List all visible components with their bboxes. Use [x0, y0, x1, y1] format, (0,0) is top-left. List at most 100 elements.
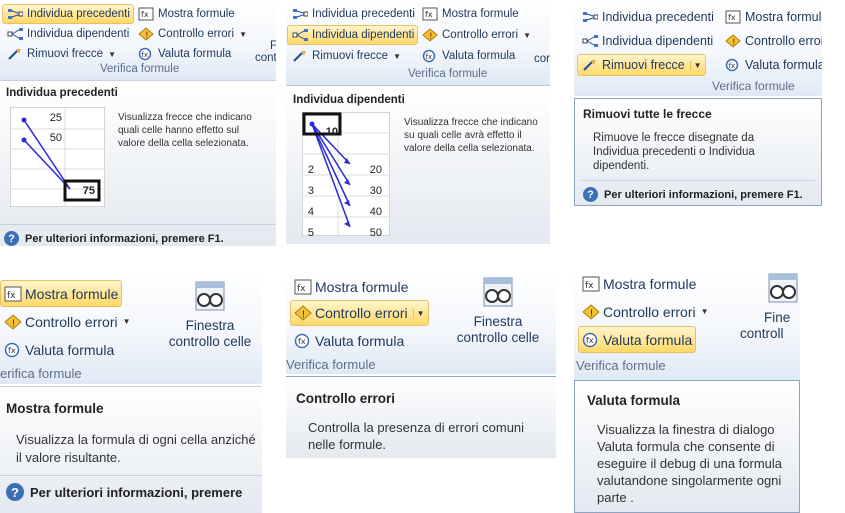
mostra-formule-button[interactable]: fx Mostra formule — [720, 6, 822, 28]
tooltip-description: Rimuove le frecce disegnate da Individua… — [593, 132, 755, 172]
cell-value: 10 — [325, 126, 338, 138]
trace-dependents-icon — [6, 26, 24, 42]
valuta-formula-label: Valuta formula — [603, 331, 693, 348]
individua-precedenti-button[interactable]: Individua precedenti — [2, 4, 134, 24]
individua-dipendenti-button[interactable]: Individua dipendenti — [577, 30, 717, 52]
tooltip-title: Mostra formule — [6, 401, 104, 416]
individua-precedenti-button[interactable]: Individua precedenti — [287, 4, 419, 24]
mostra-formule-button[interactable]: fx Mostra formule — [290, 274, 412, 300]
finestra-label-line1: Finestra — [185, 318, 235, 333]
individua-dipendenti-label: Individua dipendenti — [27, 28, 130, 40]
mostra-formule-button[interactable]: fx Mostra formule — [417, 4, 523, 24]
dropdown-arrow-icon[interactable]: ▼ — [689, 60, 702, 70]
valuta-formula-button[interactable]: fx Valuta formula — [290, 328, 408, 354]
mostra-formule-button[interactable]: fx Mostra formule — [0, 280, 123, 307]
finestra-controllo-celle-button[interactable]: Fine controll — [740, 272, 800, 342]
help-icon: ? — [4, 231, 19, 246]
valuta-formula-button[interactable]: fx Valuta formula — [720, 54, 822, 76]
dropdown-arrow-icon[interactable]: ▼ — [701, 307, 709, 316]
ribbon: fx Mostra formule ! Controllo errori ▼ f… — [0, 272, 262, 384]
controllo-errori-button[interactable]: ! Controllo errori ▼ — [417, 25, 535, 45]
rimuovi-frecce-button[interactable]: Rimuovi frecce ▼ — [2, 44, 120, 64]
mostra-formule-button[interactable]: fx Mostra formule — [578, 270, 700, 297]
valuta-formula-button[interactable]: fx Valuta formula — [133, 44, 235, 64]
group-label: Verifica formule — [576, 358, 666, 373]
panel-individua-precedenti: Individua precedenti Individua dipendent… — [0, 0, 276, 246]
evaluate-formula-icon: fx — [421, 48, 439, 64]
help-link[interactable]: ? Per ulteriori informazioni, premere — [6, 483, 242, 501]
divider — [0, 224, 276, 225]
finestra-label-line2: controll — [740, 326, 784, 341]
dropdown-arrow-icon[interactable]: ▼ — [393, 52, 401, 61]
controllo-errori-label: Controllo errori — [315, 305, 408, 321]
individua-precedenti-label: Individua precedenti — [312, 8, 415, 20]
remove-arrows-icon — [291, 48, 309, 64]
tooltip-title: Individua precedenti — [6, 87, 118, 99]
ribbon: Individua precedenti Individua dipendent… — [286, 0, 550, 85]
valuta-formula-button[interactable]: fx Valuta formula — [0, 336, 118, 363]
svg-text:fx: fx — [142, 51, 149, 59]
finestra-controllo-celle-button[interactable]: Finestra controllo celle — [446, 276, 550, 346]
tooltip: Mostra formule Visualizza la formula di … — [0, 386, 262, 513]
tooltip-description: Visualizza la formula di ogni cella anzi… — [16, 432, 256, 465]
valuta-formula-label: Valuta formula — [745, 58, 822, 72]
dropdown-arrow-icon[interactable]: ▼ — [239, 30, 247, 39]
controllo-errori-button[interactable]: ! Controllo errori ▼ — [578, 298, 713, 325]
mostra-formule-label: Mostra formule — [603, 275, 697, 292]
ribbon: fx Mostra formule ! Controllo errori ▼ f… — [286, 272, 556, 374]
svg-text:!: ! — [12, 318, 16, 329]
group-label: Verifica formule — [712, 79, 795, 93]
remove-arrows-icon — [6, 46, 24, 62]
rimuovi-frecce-button[interactable]: Rimuovi frecce ▼ — [287, 46, 405, 66]
valuta-formula-button[interactable]: fx Valuta formula — [417, 46, 519, 66]
help-link[interactable]: ? Per ulteriori informazioni, premere F1… — [4, 231, 224, 246]
ribbon: fx Mostra formule ! Controllo errori ▼ f… — [574, 270, 800, 380]
svg-text:fx: fx — [141, 10, 149, 19]
tooltip-description: Visualizza frecce che indicano su quali … — [404, 117, 538, 154]
group-label: Verifica formule — [408, 68, 488, 80]
finestra-label-line1: Finestra — [473, 314, 523, 329]
svg-text:fx: fx — [8, 346, 16, 355]
individua-dipendenti-button[interactable]: Individua dipendenti — [287, 25, 419, 45]
panel-rimuovi-frecce: Individua precedenti Individua dipendent… — [574, 0, 822, 206]
finestra-label-line2: controllo celle — [168, 334, 252, 349]
warning-diamond-icon: ! — [4, 313, 22, 330]
rimuovi-frecce-label: Rimuovi frecce — [312, 50, 389, 62]
show-formulas-icon: fx — [4, 286, 22, 302]
controllo-errori-button[interactable]: ! Controllo errori ▼ — [290, 300, 429, 326]
warning-diamond-icon: ! — [421, 27, 439, 43]
dropdown-arrow-icon[interactable]: ▼ — [523, 31, 531, 40]
individua-precedenti-label: Individua precedenti — [602, 10, 714, 24]
trace-precedents-icon — [581, 9, 599, 25]
svg-text:fx: fx — [585, 281, 594, 291]
valuta-formula-label: Valuta formula — [25, 341, 115, 358]
valuta-formula-button[interactable]: fx Valuta formula — [578, 326, 697, 353]
show-formulas-icon: fx — [421, 6, 439, 22]
rimuovi-frecce-button[interactable]: Rimuovi frecce ▼ — [577, 54, 706, 76]
svg-text:!: ! — [590, 308, 594, 319]
finestra-controllo-celle-button[interactable]: Finestra controllo celle — [160, 280, 260, 350]
svg-text:fx: fx — [426, 53, 433, 61]
controllo-errori-button[interactable]: ! Controllo errori ▼ — [0, 308, 135, 335]
help-text: Per ulteriori informazioni, premere F1. — [604, 188, 803, 201]
individua-dipendenti-button[interactable]: Individua dipendenti — [2, 24, 133, 44]
cell-value: 3 — [307, 185, 314, 197]
show-formulas-icon: fx — [582, 276, 600, 292]
mostra-formule-label: Mostra formule — [442, 8, 519, 20]
controllo-errori-button[interactable]: ! Controllo errori ▼ — [720, 30, 822, 52]
controllo-errori-button[interactable]: ! Controllo errori ▼ — [133, 24, 251, 44]
dropdown-arrow-icon[interactable]: ▼ — [108, 50, 116, 59]
tooltip-title: Controllo errori — [296, 391, 396, 406]
individua-precedenti-button[interactable]: Individua precedenti — [577, 6, 718, 28]
tooltip: Controllo errori Controlla la presenza d… — [286, 376, 556, 458]
help-link[interactable]: ? Per ulteriori informazioni, premere F1… — [583, 187, 803, 202]
show-formulas-icon: fx — [724, 9, 742, 25]
svg-text:fx: fx — [297, 284, 306, 294]
dropdown-arrow-icon[interactable]: ▼ — [123, 317, 131, 326]
dropdown-arrow-icon[interactable]: ▼ — [412, 308, 425, 318]
warning-diamond-icon: ! — [724, 33, 742, 49]
truncated-text: cor — [534, 53, 550, 65]
mostra-formule-button[interactable]: fx Mostra formule — [133, 4, 239, 24]
svg-text:!: ! — [145, 31, 149, 41]
evaluate-formula-icon: fx — [582, 332, 600, 348]
